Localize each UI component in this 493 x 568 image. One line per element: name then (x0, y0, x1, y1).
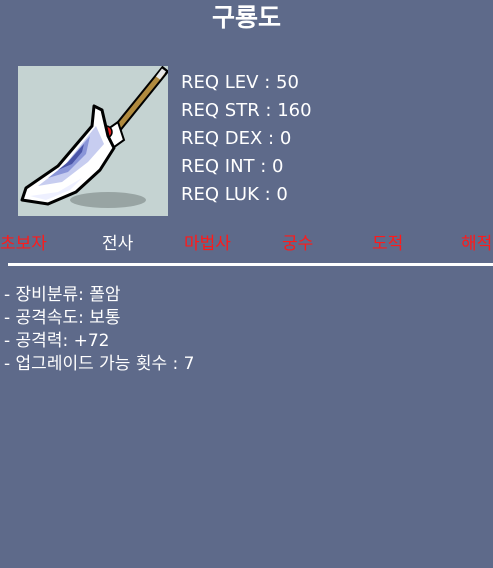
stat-equip-type: - 장비분류: 폴암 (4, 285, 121, 305)
stat-attack-speed: - 공격속도: 보통 (4, 308, 121, 328)
item-tooltip: 구룡도 REQ LEV : 50 REQ STR : 160 REQ DEX :… (0, 0, 493, 568)
job-thief: 도적 (372, 234, 404, 254)
req-level: REQ LEV : 50 (181, 72, 299, 93)
job-pirate: 해적 (461, 234, 493, 254)
item-image (18, 66, 168, 216)
job-magician: 마법사 (184, 234, 231, 254)
item-stats: - 장비분류: 폴암 - 공격속도: 보통 - 공격력: +72 - 업그레이드… (4, 284, 194, 376)
job-warrior: 전사 (102, 234, 134, 254)
divider (8, 263, 493, 266)
req-luk: REQ LUK : 0 (181, 184, 288, 205)
requirements-list: REQ LEV : 50 REQ STR : 160 REQ DEX : 0 R… (181, 69, 312, 209)
req-str: REQ STR : 160 (181, 100, 312, 121)
job-bowman: 궁수 (282, 234, 314, 254)
stat-attack: - 공격력: +72 (4, 331, 110, 351)
item-name: 구룡도 (211, 3, 281, 32)
req-int: REQ INT : 0 (181, 156, 284, 177)
req-dex: REQ DEX : 0 (181, 128, 292, 149)
job-restrictions: 초보자 전사 마법사 궁수 도적 해적 (0, 231, 493, 257)
polearm-blade-icon (20, 66, 168, 208)
job-beginner: 초보자 (0, 234, 47, 254)
stat-upgrade-slots: - 업그레이드 가능 횟수 : 7 (4, 354, 195, 374)
